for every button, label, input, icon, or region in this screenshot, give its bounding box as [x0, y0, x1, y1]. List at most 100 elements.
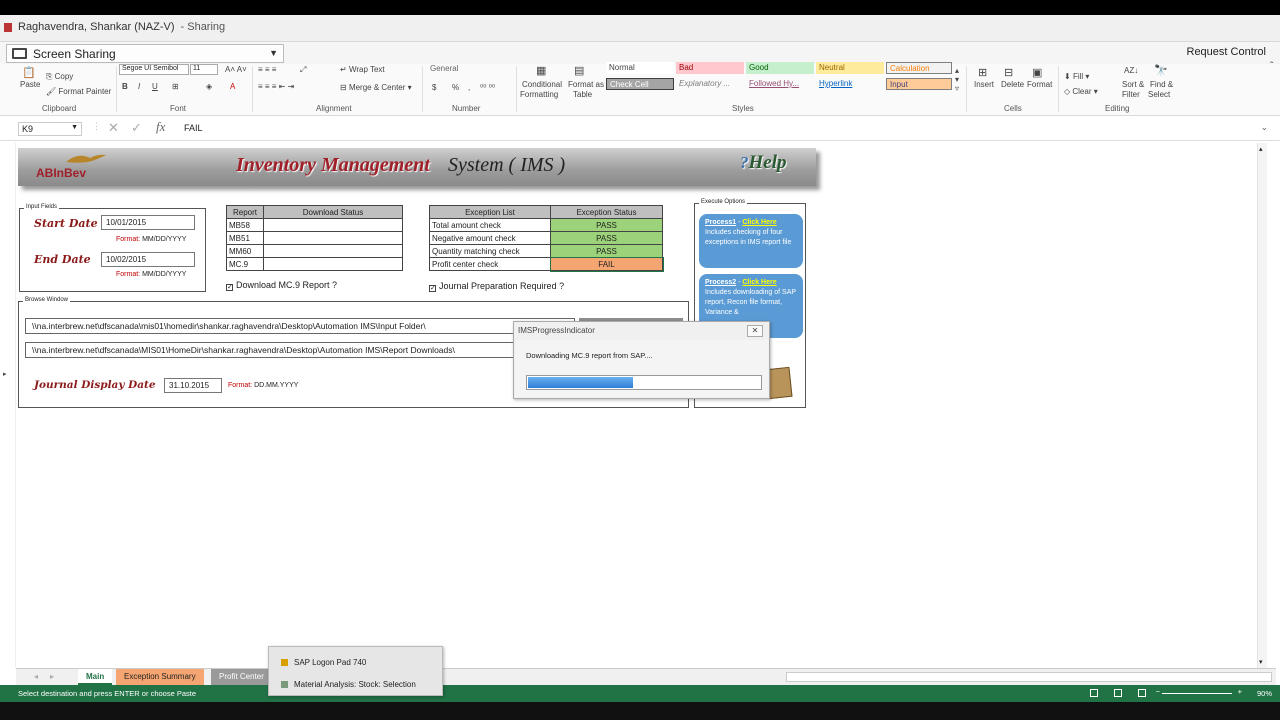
exception-status[interactable]: PASS: [550, 244, 663, 258]
grow-font-icon[interactable]: A˄ A˅: [225, 65, 247, 74]
journal-prep-checkbox[interactable]: ✓ Journal Preparation Required ?: [429, 281, 564, 292]
report-downloads-path[interactable]: \\na.interbrew.net\dfscanada\MIS01\HomeD…: [25, 342, 575, 358]
bold-button[interactable]: B: [122, 82, 128, 91]
style-good[interactable]: Good: [746, 62, 814, 74]
process1-button[interactable]: Process1 - Click Here Includes checking …: [699, 214, 803, 268]
end-date-input[interactable]: 10/02/2015: [101, 252, 195, 267]
jumplist-item-material-analysis[interactable]: Material Analysis: Stock: Selection: [281, 680, 416, 689]
style-calculation[interactable]: Calculation: [886, 62, 952, 74]
checkbox-check-icon: ✓: [226, 284, 233, 291]
ims-banner: ABInBev Inventory Management System ( IM…: [18, 148, 816, 186]
help-button[interactable]: ?Help: [740, 152, 787, 174]
style-hyperlink[interactable]: Hyperlink: [816, 78, 884, 90]
underline-button[interactable]: U: [152, 82, 158, 91]
page-break-icon[interactable]: [1138, 689, 1146, 697]
enter-icon[interactable]: ✓: [131, 120, 142, 136]
font-color-icon[interactable]: A: [230, 82, 235, 91]
fill-color-icon[interactable]: ◈: [206, 82, 212, 91]
style-followed-hyperlink[interactable]: Followed Hy...: [746, 78, 814, 90]
sort-filter-button[interactable]: Sort &: [1122, 80, 1144, 89]
font-name-select[interactable]: Segoe UI Semibol: [119, 64, 189, 75]
process2-click-here[interactable]: Click Here: [742, 279, 776, 286]
download-status-cell[interactable]: [263, 257, 403, 271]
close-icon[interactable]: ✕: [747, 325, 763, 337]
orientation-icon[interactable]: ⤢: [300, 65, 306, 75]
number-format-select[interactable]: General: [430, 64, 458, 73]
vertical-scrollbar[interactable]: ▴ ▾: [1257, 143, 1267, 668]
style-neutral[interactable]: Neutral: [816, 62, 884, 74]
currency-button[interactable]: $: [432, 83, 436, 92]
exception-status[interactable]: PASS: [550, 218, 663, 232]
copy-button[interactable]: ⎘ Copy: [46, 72, 73, 82]
cancel-icon[interactable]: ✕: [108, 120, 119, 136]
scroll-up-icon[interactable]: ▴: [1259, 145, 1263, 153]
download-mc9-checkbox[interactable]: ✓ Download MC.9 Report ?: [226, 280, 337, 291]
tab-exception-summary[interactable]: Exception Summary: [116, 669, 204, 685]
align-left-icons[interactable]: ≡ ≡ ≡ ⇤ ⇥: [258, 82, 294, 91]
download-status-header: Download Status: [263, 205, 403, 219]
wrap-text-button[interactable]: ↵ Wrap Text: [340, 65, 385, 74]
end-date-label: End Date: [34, 253, 91, 266]
format-value: MM/DD/YYYY: [142, 236, 187, 243]
format-painter-button[interactable]: 🖌 Format Painter: [46, 87, 111, 96]
expand-formula-icon[interactable]: ⌄: [1260, 122, 1268, 133]
formula-input[interactable]: FAIL: [184, 123, 203, 133]
zoom-out-icon[interactable]: −: [1156, 687, 1160, 696]
download-status-cell[interactable]: [263, 231, 403, 245]
journal-format-label: Format:: [228, 382, 253, 389]
start-date-input[interactable]: 10/01/2015: [101, 215, 195, 230]
screen-sharing-dropdown[interactable]: Screen Sharing ▼: [6, 44, 284, 63]
next-sheet-icon[interactable]: ▸: [42, 669, 62, 685]
style-normal[interactable]: Normal: [606, 62, 674, 74]
jumplist-item-sap-logon[interactable]: SAP Logon Pad 740: [281, 658, 366, 667]
delete-button[interactable]: Delete: [1001, 80, 1024, 89]
ims-title-part1: Inventory Management: [236, 154, 430, 176]
zoom-level[interactable]: 90%: [1257, 689, 1272, 698]
name-box[interactable]: K9 ▼: [18, 122, 82, 136]
sort-filter-icon: AZ↓: [1124, 66, 1139, 75]
input-folder-path[interactable]: \\na.interbrew.net\dfscanada\mis01\homed…: [25, 318, 575, 334]
merge-center-button[interactable]: ⊟ Merge & Center ▾: [340, 83, 412, 92]
page-layout-icon[interactable]: [1114, 689, 1122, 697]
download-status-cell[interactable]: [263, 218, 403, 232]
font-size-select[interactable]: 11: [190, 64, 218, 75]
fill-button[interactable]: ⬇ Fill ▾: [1064, 72, 1089, 81]
journal-display-date-input[interactable]: 31.10.2015: [164, 378, 222, 393]
align-top-icons[interactable]: ≡ ≡ ≡: [258, 65, 276, 74]
insert-button[interactable]: Insert: [974, 80, 994, 89]
styles-scroll-icon[interactable]: ▴ ▾ ▿: [955, 66, 959, 93]
scroll-down-icon[interactable]: ▾: [1259, 658, 1263, 666]
tab-profit-center[interactable]: Profit Center: [211, 669, 272, 685]
horizontal-scrollbar[interactable]: [786, 672, 1272, 682]
style-bad[interactable]: Bad: [676, 62, 744, 74]
format-button[interactable]: Format: [1027, 80, 1052, 89]
paste-button[interactable]: Paste: [20, 80, 40, 89]
percent-button[interactable]: %: [452, 83, 459, 92]
zoom-in-icon[interactable]: +: [1238, 687, 1242, 696]
tab-main[interactable]: Main: [78, 669, 113, 685]
ribbon-collapse-icon[interactable]: ˆ: [1270, 61, 1273, 72]
italic-button[interactable]: I: [138, 82, 140, 91]
copy-label: Copy: [54, 72, 74, 81]
normal-view-icon[interactable]: [1090, 689, 1098, 697]
decimal-icons[interactable]: ⁰⁰ ⁰⁰: [480, 83, 495, 92]
exception-status[interactable]: PASS: [550, 231, 663, 245]
request-control-button[interactable]: Request Control: [1187, 46, 1267, 58]
conditional-formatting-button[interactable]: Conditional: [522, 80, 562, 89]
process1-click-here[interactable]: Click Here: [742, 219, 776, 226]
zoom-slider[interactable]: [1162, 693, 1232, 694]
format-painter-label: Format Painter: [58, 87, 112, 96]
style-explanatory[interactable]: Explanatory ...: [676, 78, 744, 90]
comma-button[interactable]: ,: [468, 83, 470, 92]
expand-arrow-icon[interactable]: ▸: [3, 370, 7, 378]
exception-status-selected[interactable]: FAIL: [549, 256, 664, 272]
style-check-cell[interactable]: Check Cell: [606, 78, 674, 90]
insert-function-icon[interactable]: fx: [156, 119, 165, 135]
journal-format-value: DD.MM.YYYY: [254, 382, 299, 389]
download-status-cell[interactable]: [263, 244, 403, 258]
find-select-button[interactable]: Find &: [1150, 80, 1173, 89]
style-input[interactable]: Input: [886, 78, 952, 90]
borders-icon[interactable]: ⊞: [172, 82, 179, 91]
clear-button[interactable]: ◇ Clear ▾: [1064, 87, 1098, 96]
format-as-table-button[interactable]: Format as: [568, 80, 604, 89]
